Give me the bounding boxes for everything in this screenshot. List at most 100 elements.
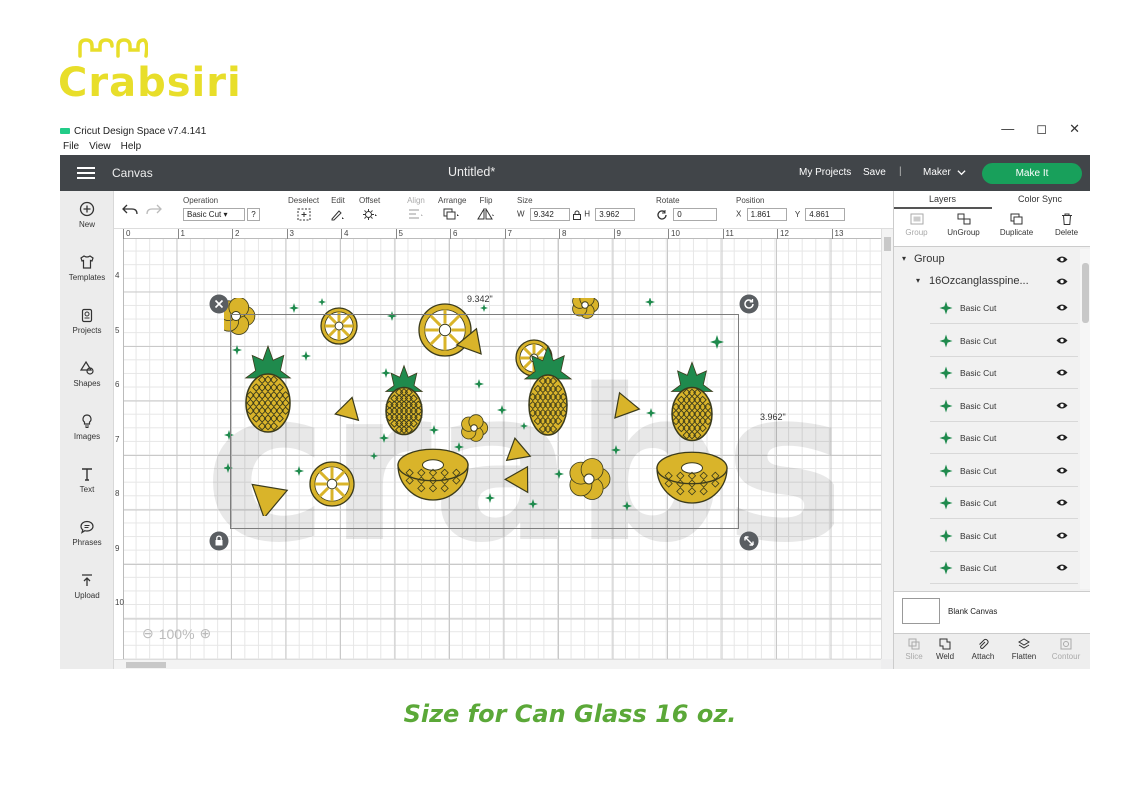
delete-handle-icon[interactable] [209,294,229,314]
layer-row[interactable]: Basic Cut [930,293,1078,324]
left-sidebar: New Templates Projects Shapes Images Tex… [60,191,114,669]
minimize-icon[interactable]: — [1001,121,1014,137]
ruler-tick-label: 2 [232,229,239,239]
canvas-horizontal-scrollbar[interactable] [114,659,881,669]
sparkle-star [318,298,326,306]
eye-icon[interactable] [1056,433,1068,442]
hamburger-menu-icon[interactable] [77,167,95,179]
menu-help[interactable]: Help [121,141,142,152]
tab-layers[interactable]: Layers [929,194,956,204]
ruler-tick-label: 12 [777,229,789,239]
group-button[interactable]: Group [894,213,939,237]
sidebar-item-upload[interactable]: Upload [60,572,114,600]
zoom-in-icon[interactable]: ⊕ [200,625,212,642]
layers-scrollbar[interactable] [1080,249,1090,589]
ruler-tick-label: 5 [115,325,120,335]
eye-icon[interactable] [1056,303,1068,312]
eye-icon[interactable] [1056,466,1068,475]
layer-group-row[interactable]: ▾ Group [894,249,1078,271]
eye-icon[interactable] [1056,498,1068,507]
layer-row[interactable]: Basic Cut [930,488,1078,519]
eye-icon[interactable] [1056,563,1068,572]
duplicate-button[interactable]: Duplicate [994,213,1039,237]
position-group: Position X 1.861 Y 4.861 [736,196,846,221]
layer-row[interactable]: Basic Cut [930,358,1078,389]
layer-row[interactable]: Basic Cut [930,456,1078,487]
ruler-tick-label: 1 [177,229,185,239]
delete-button[interactable]: Delete [1044,213,1089,237]
y-value: 4.861 [809,210,830,219]
subgroup-name: 16Ozcanglasspine... [929,275,1029,287]
layer-row[interactable]: Basic Cut [930,326,1078,357]
lock-aspect-icon[interactable] [572,210,582,220]
chevron-down-icon[interactable] [957,168,966,177]
group-icon [910,213,923,225]
menu-bar: File View Help [63,141,141,152]
menu-file[interactable]: File [63,141,79,152]
make-it-button[interactable]: Make It [982,163,1082,184]
contour-button[interactable]: Contour [1046,638,1086,661]
x-input[interactable]: 1.861 [746,208,787,221]
flip-tool[interactable]: Flip [477,196,495,223]
layer-row[interactable]: Basic Cut [930,521,1078,552]
trash-icon [1061,213,1072,225]
blank-canvas-row[interactable]: Blank Canvas [894,591,1090,633]
app-icon [60,128,70,134]
resize-handle-icon[interactable] [739,531,759,551]
operation-help-button[interactable]: ? [247,208,260,221]
weld-button[interactable]: Weld [925,638,965,661]
deselect-tool[interactable]: Deselect [288,196,319,223]
width-input[interactable]: 9.342 [529,208,570,221]
sidebar-item-templates[interactable]: Templates [60,254,114,282]
maximize-icon[interactable]: ◻ [1036,121,1047,137]
y-input[interactable]: 4.861 [805,208,846,221]
design-space-app: Canvas Untitled* My Projects Save | Make… [60,155,1090,669]
flower-center [581,301,589,309]
close-icon[interactable]: ✕ [1069,121,1080,137]
sidebar-item-phrases[interactable]: Phrases [60,519,114,547]
eye-icon[interactable] [1056,531,1068,540]
sidebar-item-new[interactable]: New [60,201,114,229]
rotate-group: Rotate 0 [656,196,718,221]
offset-tool[interactable]: Offset [359,196,380,223]
tab-color-sync[interactable]: Color Sync [1018,194,1062,204]
rotate-handle-icon[interactable] [739,294,759,314]
operation-select[interactable]: Basic Cut ▾ [183,208,245,221]
layer-row[interactable]: Basic Cut [930,391,1078,422]
attach-button[interactable]: Attach [963,638,1003,661]
sidebar-item-images[interactable]: Images [60,413,114,441]
align-tool[interactable]: Align [407,196,425,223]
sidebar-item-text[interactable]: Text [60,466,114,494]
redo-icon[interactable] [146,203,162,215]
my-projects-link[interactable]: My Projects [799,167,851,178]
layer-row[interactable]: Basic Cut [930,423,1078,454]
sidebar-item-projects[interactable]: Projects [60,307,114,335]
sidebar-item-shapes[interactable]: Shapes [60,360,114,388]
canvas-vertical-scrollbar[interactable] [881,229,893,659]
layer-row[interactable]: Basic Cut [930,553,1078,584]
eye-icon[interactable] [1056,368,1068,377]
arrange-tool[interactable]: Arrange [438,196,466,223]
flatten-button[interactable]: Flatten [1004,638,1044,661]
ungroup-button[interactable]: UnGroup [941,213,986,237]
lock-handle-icon[interactable] [209,531,229,551]
machine-select[interactable]: Maker [923,167,951,178]
operation-value: Basic Cut [187,210,222,219]
blank-canvas-swatch[interactable] [902,598,940,624]
zoom-out-icon[interactable]: ⊖ [142,625,154,642]
menu-view[interactable]: View [89,141,111,152]
edit-tool[interactable]: Edit [330,196,346,223]
layer-subgroup-row[interactable]: ▾ 16Ozcanglasspine... [894,271,1078,293]
design-canvas[interactable]: 012345678910111213 45678910 crabsiri 9.3… [114,229,881,669]
save-link[interactable]: Save [863,167,886,178]
x-value: 1.861 [750,210,771,219]
rotate-input[interactable]: 0 [673,208,718,221]
eye-icon[interactable] [1056,277,1068,286]
height-input[interactable]: 3.962 [595,208,636,221]
contour-icon [1060,638,1072,650]
undo-icon[interactable] [122,203,138,215]
ungroup-icon [957,213,970,225]
eye-icon[interactable] [1056,255,1068,264]
eye-icon[interactable] [1056,401,1068,410]
eye-icon[interactable] [1056,336,1068,345]
